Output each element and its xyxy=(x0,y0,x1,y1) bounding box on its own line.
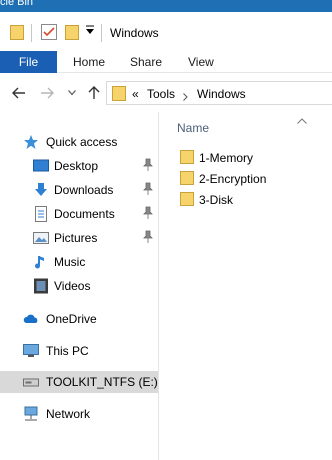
sidebar-item-toolkit-drive[interactable]: TOOLKIT_NTFS (E:) xyxy=(0,371,158,393)
navigation-bar: « Tools Windows xyxy=(0,77,332,109)
breadcrumb-windows[interactable]: Windows xyxy=(197,87,246,101)
new-folder-icon[interactable] xyxy=(65,24,79,40)
address-folder-icon xyxy=(112,85,126,104)
file-list: Name 1-Memory 2-Encryption 3-Disk xyxy=(160,112,332,460)
properties-icon[interactable] xyxy=(41,24,57,40)
sidebar-item-label: Quick access xyxy=(46,135,118,149)
sidebar-item-label: Videos xyxy=(54,279,91,293)
qat-separator xyxy=(31,24,32,42)
sidebar-item-this-pc[interactable]: This PC xyxy=(0,340,158,362)
sidebar-item-label: This PC xyxy=(46,344,89,358)
sidebar-item-label: OneDrive xyxy=(46,312,97,326)
sidebar-item-label: Documents xyxy=(54,207,115,221)
list-item[interactable]: 3-Disk xyxy=(180,190,330,210)
tab-file[interactable]: File xyxy=(0,51,57,73)
back-arrow-icon[interactable] xyxy=(10,83,28,103)
network-icon xyxy=(23,406,39,422)
title-bar: Windows xyxy=(0,12,332,52)
videos-icon xyxy=(33,278,49,294)
star-icon xyxy=(23,134,39,150)
list-item[interactable]: 2-Encryption xyxy=(180,169,330,189)
computer-icon xyxy=(23,343,39,359)
recycle-bin-label: cle Bin xyxy=(0,0,34,8)
sidebar-item-desktop[interactable]: Desktop xyxy=(0,155,158,177)
sidebar-item-label: TOOLKIT_NTFS (E:) xyxy=(46,375,158,389)
folder-icon xyxy=(180,171,194,185)
drive-icon xyxy=(23,374,39,390)
desktop-background: cle Bin xyxy=(0,0,332,12)
folder-icon xyxy=(180,192,194,206)
pane-divider[interactable] xyxy=(158,112,159,460)
tab-view[interactable]: View xyxy=(188,51,214,73)
sidebar-item-network[interactable]: Network xyxy=(0,403,158,425)
sidebar-item-label: Pictures xyxy=(54,231,98,245)
documents-icon xyxy=(33,206,49,222)
sidebar-item-downloads[interactable]: Downloads xyxy=(0,179,158,201)
sidebar-item-label: Downloads xyxy=(54,183,114,197)
pictures-icon xyxy=(33,230,49,246)
recent-locations-chevron-icon[interactable] xyxy=(63,83,81,103)
onedrive-cloud-icon xyxy=(23,311,39,327)
sidebar-item-documents[interactable]: Documents xyxy=(0,203,158,225)
sidebar-item-videos[interactable]: Videos xyxy=(0,275,158,297)
window-title: Windows xyxy=(110,26,159,40)
customize-qat-dropdown-icon[interactable] xyxy=(86,25,94,35)
sidebar-item-label: Music xyxy=(54,255,86,269)
forward-arrow-icon[interactable] xyxy=(38,83,56,103)
folder-icon xyxy=(180,150,194,164)
address-bar[interactable]: « Tools Windows xyxy=(106,81,332,105)
tab-home[interactable]: Home xyxy=(73,51,105,73)
breadcrumb-tools[interactable]: Tools xyxy=(147,87,175,101)
folder-name: 2-Encryption xyxy=(199,172,267,186)
pin-icon[interactable] xyxy=(142,182,154,196)
navigation-pane: Quick access Desktop Downloads Documents xyxy=(0,112,160,460)
pin-icon[interactable] xyxy=(142,206,154,220)
sidebar-item-label: Network xyxy=(46,407,91,421)
sidebar-item-onedrive[interactable]: OneDrive xyxy=(0,308,158,330)
desktop-icon xyxy=(33,158,49,174)
pin-icon[interactable] xyxy=(142,158,154,172)
sidebar-item-music[interactable]: Music xyxy=(0,251,158,273)
sidebar-item-label: Desktop xyxy=(54,159,99,173)
name-column-header[interactable]: Name xyxy=(177,121,209,135)
sort-chevron-up-icon[interactable] xyxy=(297,113,307,124)
music-icon xyxy=(33,254,49,270)
sidebar-item-quick-access[interactable]: Quick access xyxy=(0,131,158,153)
folder-name: 3-Disk xyxy=(199,193,234,207)
list-item[interactable]: 1-Memory xyxy=(180,148,330,168)
breadcrumb-overflow[interactable]: « xyxy=(132,87,139,101)
pin-icon[interactable] xyxy=(142,230,154,244)
sidebar-item-pictures[interactable]: Pictures xyxy=(0,227,158,249)
up-arrow-icon[interactable] xyxy=(85,83,103,103)
folder-name: 1-Memory xyxy=(199,151,254,165)
downloads-icon xyxy=(33,182,49,198)
tab-share[interactable]: Share xyxy=(130,51,162,73)
title-separator xyxy=(101,24,102,42)
folder-small-icon xyxy=(10,24,24,40)
breadcrumb-separator-icon[interactable] xyxy=(183,90,188,104)
ribbon-tabs: File Home Share View xyxy=(0,51,332,73)
